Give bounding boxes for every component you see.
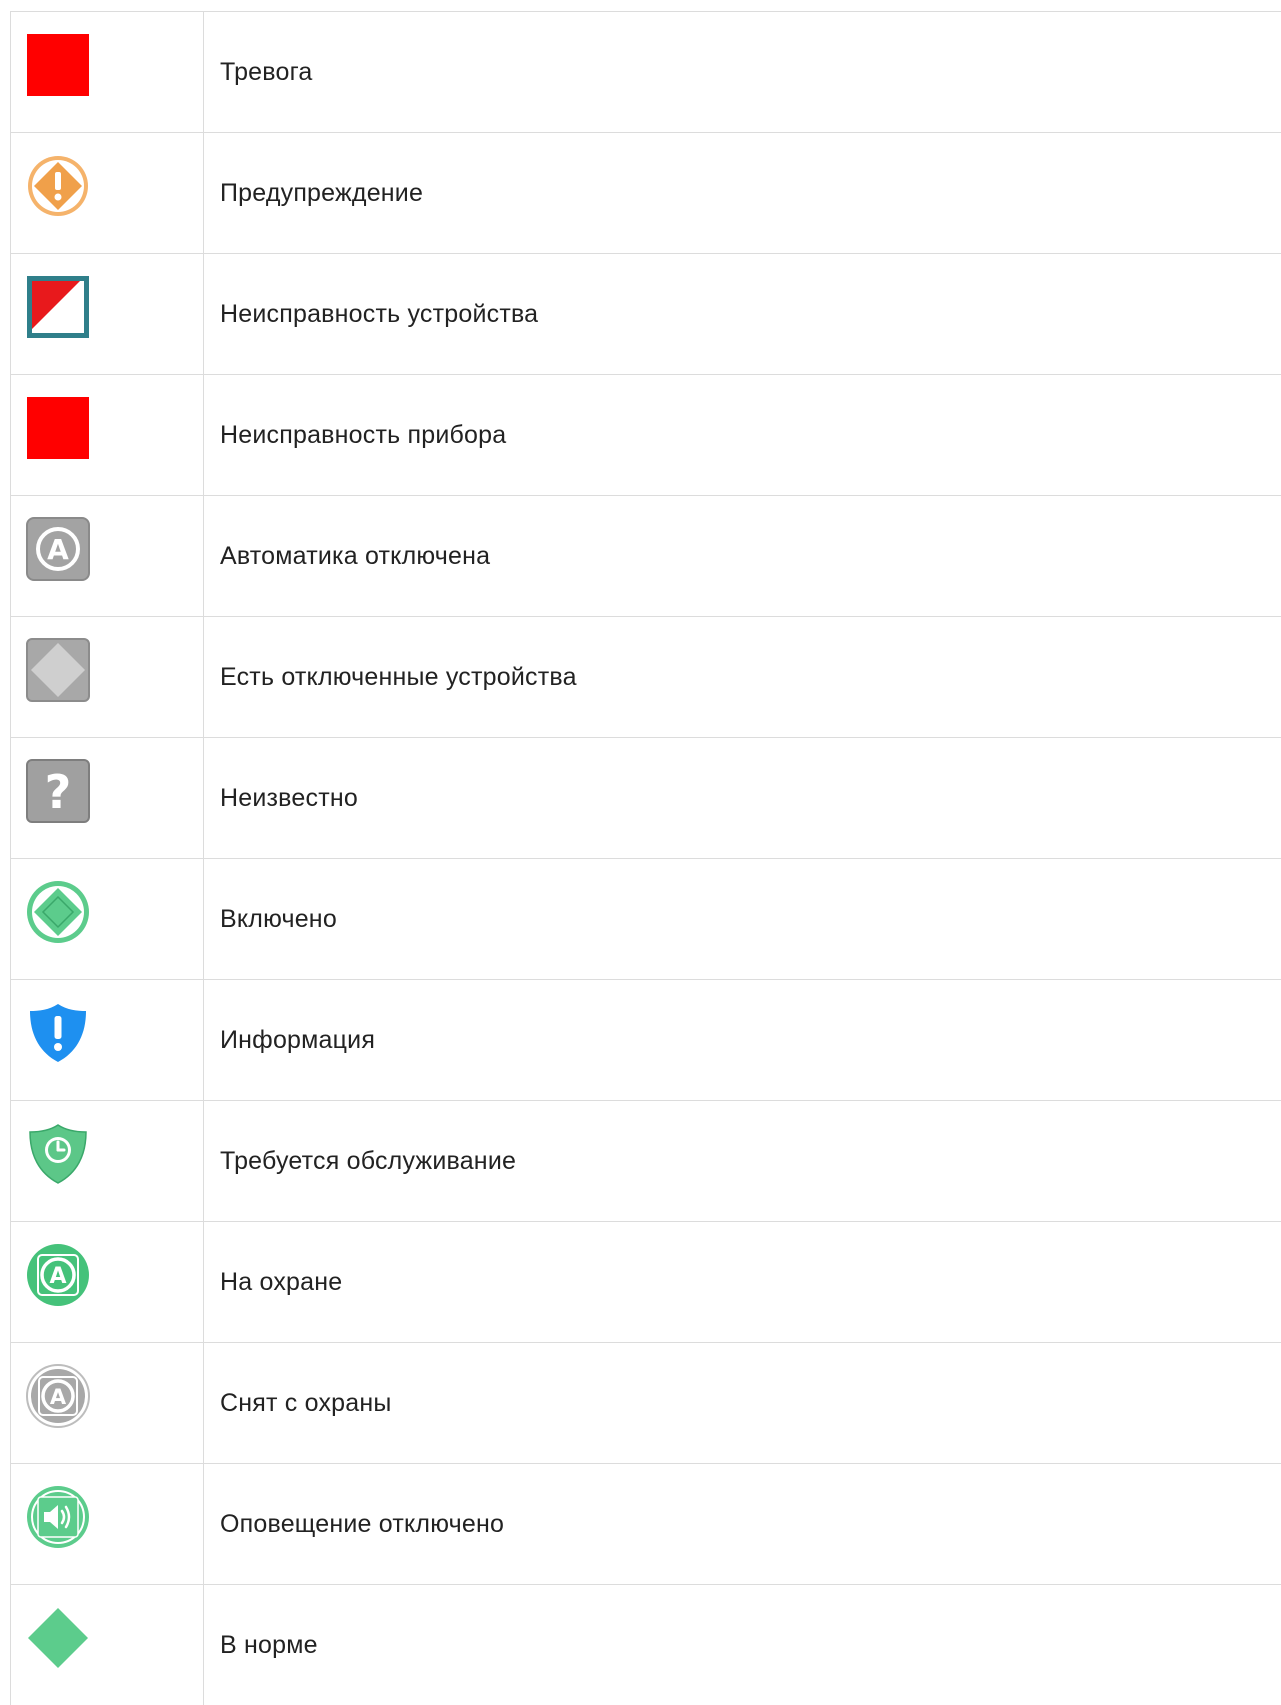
enabled-green-diamond-icon [25, 879, 91, 945]
red-square-icon [25, 395, 91, 461]
icon-cell: A [11, 496, 204, 617]
table-row: A На охране [11, 1222, 1281, 1343]
disabled-devices-diamond-icon [25, 637, 91, 703]
table-row: В норме [11, 1585, 1281, 1705]
icon-cell [11, 1464, 204, 1585]
table-row: ? Неизвестно [11, 738, 1281, 859]
table-row: Оповещение отключено [11, 1464, 1281, 1585]
table-row: A Автоматика отключена [11, 496, 1281, 617]
disarmed-grey-icon: A [25, 1363, 91, 1429]
svg-text:A: A [49, 1264, 66, 1289]
status-label: Информация [204, 980, 1281, 1101]
table-row: A Снят с охраны [11, 1343, 1281, 1464]
armed-green-icon: A [25, 1242, 91, 1308]
icon-cell [11, 980, 204, 1101]
table-row: Неисправность прибора [11, 375, 1281, 496]
device-fault-icon [25, 274, 91, 340]
icon-cell [11, 617, 204, 738]
table-row: Информация [11, 980, 1281, 1101]
status-label: Неисправность прибора [204, 375, 1281, 496]
icon-cell [11, 859, 204, 980]
status-label: Требуется обслуживание [204, 1101, 1281, 1222]
icon-cell: A [11, 1222, 204, 1343]
info-shield-icon [25, 1000, 91, 1066]
icon-cell [11, 375, 204, 496]
automation-off-icon: A [25, 516, 91, 582]
icon-cell [11, 12, 204, 133]
unknown-question-icon: ? [25, 758, 91, 824]
status-label: Автоматика отключена [204, 496, 1281, 617]
status-label: Неизвестно [204, 738, 1281, 859]
table-row: Предупреждение [11, 133, 1281, 254]
icon-cell [11, 254, 204, 375]
table-row: Включено [11, 859, 1281, 980]
status-label: В норме [204, 1585, 1281, 1705]
status-legend-table: Тревога Предупреждение [10, 11, 1281, 1705]
svg-text:A: A [50, 1385, 67, 1409]
orange-warning-diamond-icon [25, 153, 91, 219]
red-square-icon [25, 32, 91, 98]
status-label: На охране [204, 1222, 1281, 1343]
icon-cell: A [11, 1343, 204, 1464]
svg-text:A: A [47, 533, 69, 566]
alert-disabled-speaker-icon [25, 1484, 91, 1550]
normal-green-diamond-icon [25, 1605, 91, 1671]
status-label: Снят с охраны [204, 1343, 1281, 1464]
icon-cell: ? [11, 738, 204, 859]
status-label: Предупреждение [204, 133, 1281, 254]
status-label: Включено [204, 859, 1281, 980]
status-label: Неисправность устройства [204, 254, 1281, 375]
icon-cell [11, 133, 204, 254]
svg-text:?: ? [45, 765, 72, 819]
table-row: Неисправность устройства [11, 254, 1281, 375]
status-label: Есть отключенные устройства [204, 617, 1281, 738]
table-row: Есть отключенные устройства [11, 617, 1281, 738]
icon-cell [11, 1585, 204, 1705]
status-label: Оповещение отключено [204, 1464, 1281, 1585]
table-row: Тревога [11, 12, 1281, 133]
maintenance-clock-shield-icon [25, 1121, 91, 1187]
table-row: Требуется обслуживание [11, 1101, 1281, 1222]
icon-cell [11, 1101, 204, 1222]
status-label: Тревога [204, 12, 1281, 133]
